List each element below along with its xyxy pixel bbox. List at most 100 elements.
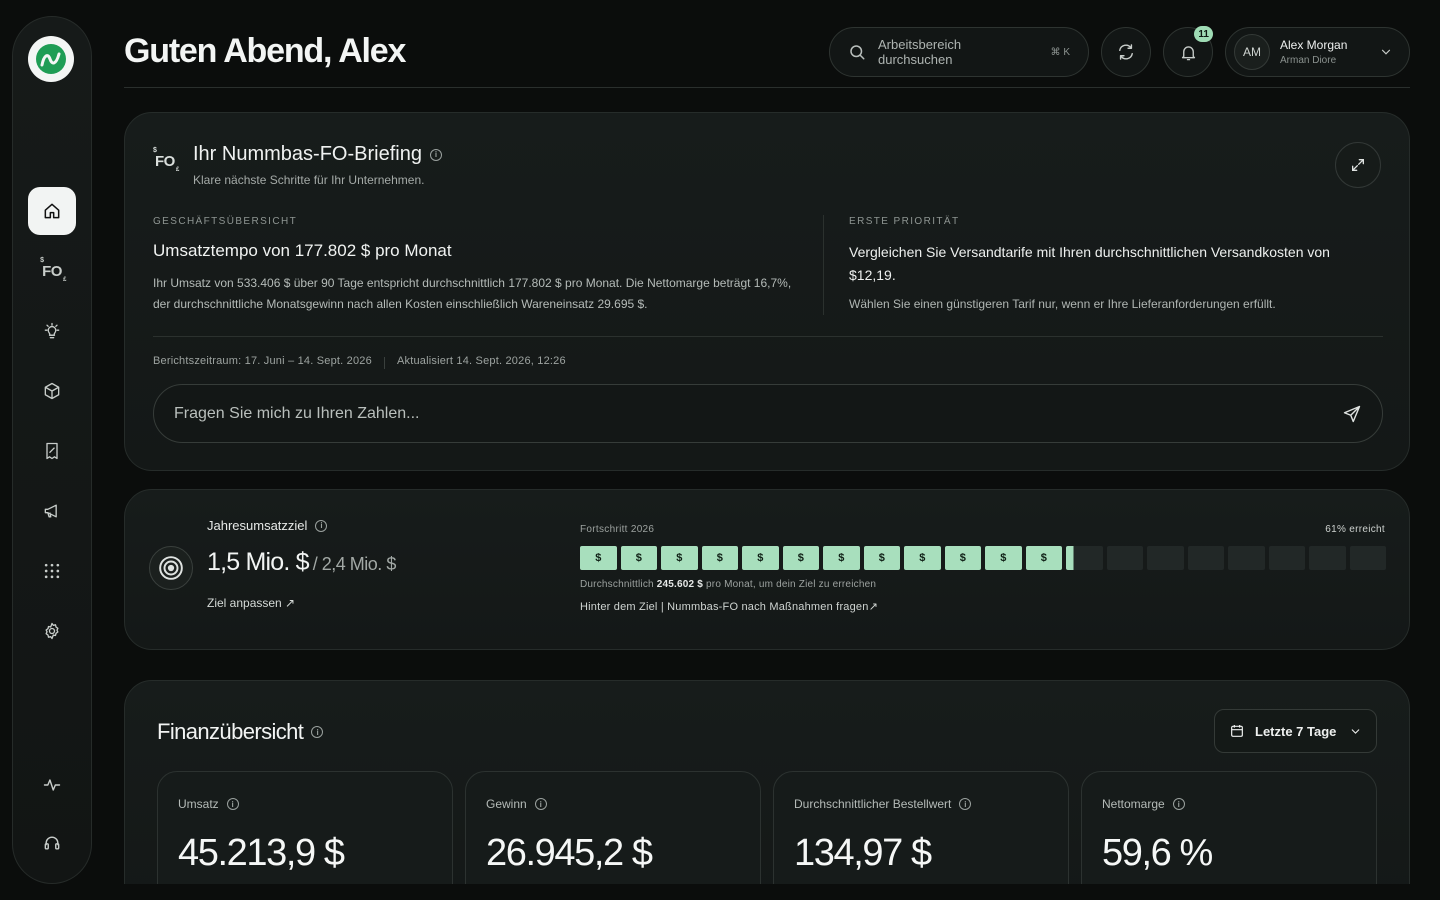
progress-segment: $ bbox=[823, 546, 860, 570]
grid-dots-icon bbox=[44, 563, 60, 579]
sidebar-item-activity[interactable] bbox=[28, 761, 76, 809]
info-icon[interactable]: i bbox=[226, 798, 239, 810]
kpi-card-average-order-value[interactable]: Durchschnittlicher Bestellwert i 134,97 $ bbox=[773, 771, 1069, 900]
user-profile-menu[interactable]: AM Alex Morgan Arman Diore bbox=[1225, 27, 1410, 77]
box-icon bbox=[44, 382, 60, 400]
goal-target: / 2,4 Mio. $ bbox=[312, 554, 397, 574]
sidebar-item-support[interactable] bbox=[28, 819, 76, 867]
search-input[interactable]: Arbeitsbereich durchsuchen ⌘ K bbox=[829, 27, 1089, 77]
search-icon bbox=[850, 45, 865, 60]
sidebar-item-home[interactable] bbox=[28, 187, 76, 235]
progress-segment: $ bbox=[985, 546, 1022, 570]
goal-value: 1,5 Mio. $ / 2,4 Mio. $ bbox=[207, 548, 396, 577]
expand-button[interactable] bbox=[1335, 142, 1381, 188]
first-priority-text: Wählen Sie einen günstigeren Tarif nur, … bbox=[849, 297, 1276, 311]
goal-note-prefix: Durchschnittlich bbox=[580, 579, 657, 590]
page-title: Guten Abend, Alex bbox=[124, 32, 406, 70]
progress-segment: $ bbox=[904, 546, 941, 570]
sidebar-item-products[interactable] bbox=[28, 367, 76, 415]
kpi-label: Umsatz bbox=[178, 797, 219, 811]
info-icon[interactable]: i bbox=[315, 519, 328, 532]
progress-segment: $ bbox=[580, 546, 617, 570]
last-updated: Aktualisiert 14. Sept. 2026, 12:26 bbox=[396, 355, 566, 367]
target-icon bbox=[149, 546, 193, 590]
app-logo[interactable] bbox=[28, 36, 74, 82]
kpi-card-profit[interactable]: Gewinn i 26.945,2 $ bbox=[465, 771, 761, 900]
ask-input[interactable]: Fragen Sie mich zu Ihren Zahlen... bbox=[153, 384, 1383, 443]
info-icon[interactable]: i bbox=[959, 798, 972, 810]
progress-segment: $ bbox=[661, 546, 698, 570]
briefing-title: Ihr Nummbas-FO-Briefing bbox=[193, 143, 422, 165]
search-shortcut: ⌘ K bbox=[1050, 46, 1070, 58]
logo-icon bbox=[36, 44, 66, 74]
finance-title: Finanzübersicht bbox=[157, 719, 304, 744]
info-icon[interactable]: i bbox=[534, 798, 547, 810]
progress-segment: $ bbox=[742, 546, 779, 570]
headset-icon bbox=[44, 836, 60, 850]
progress-segment bbox=[1106, 546, 1143, 570]
progress-segment bbox=[1066, 546, 1103, 570]
meta-separator bbox=[383, 357, 385, 369]
avatar: AM bbox=[1234, 34, 1270, 70]
expand-icon bbox=[1352, 159, 1364, 171]
briefing-title-row: Ihr Nummbas-FO-Briefing i bbox=[193, 143, 442, 166]
progress-segment: $ bbox=[701, 546, 738, 570]
first-priority-label: ERSTE PRIORITÄT bbox=[849, 216, 960, 227]
search-placeholder: Arbeitsbereich durchsuchen bbox=[878, 37, 962, 67]
kpi-label: Durchschnittlicher Bestellwert bbox=[794, 797, 952, 811]
annual-goal-card: Jahresumsatzziel i 1,5 Mio. $ / 2,4 Mio.… bbox=[124, 489, 1410, 650]
sidebar-item-settings[interactable] bbox=[28, 607, 76, 655]
progress-label: Fortschritt 2026 bbox=[580, 524, 655, 535]
first-priority: ERSTE PRIORITÄT Vergleichen Sie Versandt… bbox=[849, 216, 1369, 311]
progress-reached: 61% erreicht bbox=[1325, 524, 1385, 535]
kpi-value: 45.213,9 $ bbox=[178, 832, 345, 874]
kpi-card-net-margin[interactable]: Nettomarge i 59,6 % bbox=[1081, 771, 1377, 900]
business-overview-heading: Umsatztempo von 177.802 $ pro Monat bbox=[153, 241, 452, 260]
pulse-icon bbox=[43, 779, 61, 791]
chevron-down-icon bbox=[1381, 49, 1391, 55]
kpi-label: Gewinn bbox=[486, 797, 527, 811]
sidebar: $ FO £ bbox=[12, 16, 92, 884]
progress-segment: $ bbox=[863, 546, 900, 570]
kpi-value: 26.945,2 $ bbox=[486, 832, 653, 874]
first-priority-heading: Vergleichen Sie Versandtarife mit Ihren … bbox=[849, 244, 1330, 283]
info-icon[interactable]: i bbox=[1172, 798, 1185, 810]
column-divider bbox=[823, 215, 824, 315]
notification-badge: 11 bbox=[1194, 26, 1213, 42]
date-range-select[interactable]: Letzte 7 Tage bbox=[1214, 709, 1377, 753]
progress-segment bbox=[1309, 546, 1346, 570]
report-period: Berichtszeitraum: 17. Juni – 14. Sept. 2… bbox=[153, 355, 372, 367]
goal-note-value: 245.602 $ bbox=[656, 579, 704, 590]
goal-title-row: Jahresumsatzziel i bbox=[207, 518, 328, 533]
user-name: Alex Morgan bbox=[1280, 38, 1348, 52]
info-icon[interactable]: i bbox=[311, 726, 324, 738]
sidebar-item-fo-assistant[interactable]: $ FO £ bbox=[28, 247, 76, 295]
adjust-goal-link[interactable]: Ziel anpassen ↗ bbox=[207, 596, 295, 610]
finance-title-row: Finanzübersicht i bbox=[157, 719, 324, 745]
viewport-edge bbox=[0, 884, 1440, 900]
sidebar-item-insights[interactable] bbox=[28, 307, 76, 355]
business-overview-text: Ihr Umsatz von 533.406 $ über 90 Tage en… bbox=[153, 276, 792, 311]
kpi-card-revenue[interactable]: Umsatz i 45.213,9 $ bbox=[157, 771, 453, 900]
goal-current: 1,5 Mio. $ bbox=[207, 548, 310, 576]
sidebar-item-reports[interactable] bbox=[28, 427, 76, 475]
info-icon[interactable]: i bbox=[429, 148, 442, 161]
kpi-value: 134,97 $ bbox=[794, 832, 932, 874]
business-overview-label: GESCHÄFTSÜBERSICHT bbox=[153, 216, 298, 227]
progress-segment: $ bbox=[944, 546, 981, 570]
progress-segment: $ bbox=[782, 546, 819, 570]
sidebar-item-apps[interactable] bbox=[28, 547, 76, 595]
goal-title: Jahresumsatzziel bbox=[207, 518, 308, 533]
sidebar-item-marketing[interactable] bbox=[28, 487, 76, 535]
send-icon[interactable] bbox=[1342, 404, 1362, 424]
notifications-button[interactable]: 11 bbox=[1163, 26, 1213, 77]
chevron-down-icon bbox=[1351, 728, 1360, 734]
bell-icon bbox=[1181, 45, 1195, 60]
lightbulb-icon bbox=[44, 322, 60, 339]
progress-segment bbox=[1228, 546, 1265, 570]
progress-segment bbox=[1187, 546, 1224, 570]
refresh-button[interactable] bbox=[1101, 27, 1151, 77]
fo-icon: $ FO £ bbox=[153, 147, 179, 173]
ask-fo-link[interactable]: Hinter dem Ziel | Nummbas-FO nach Maßnah… bbox=[580, 600, 878, 613]
ask-placeholder: Fragen Sie mich zu Ihren Zahlen... bbox=[174, 404, 420, 422]
